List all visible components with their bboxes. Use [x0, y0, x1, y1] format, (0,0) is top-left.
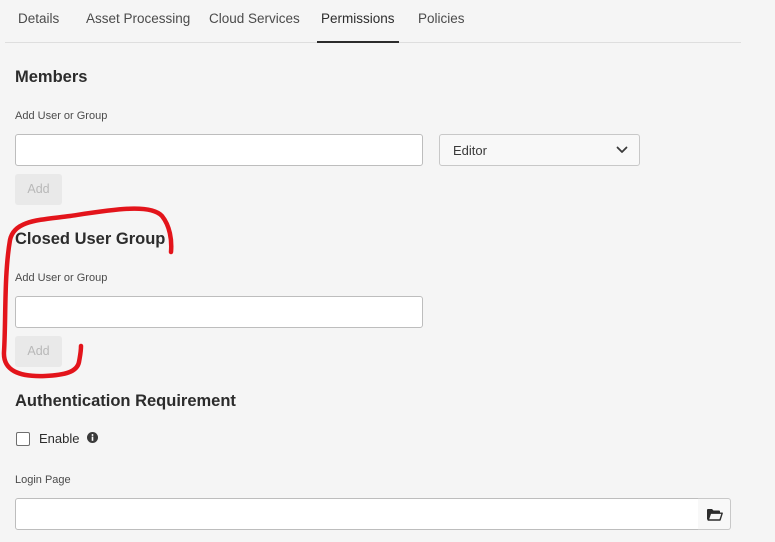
members-user-group-input[interactable]: [15, 134, 423, 166]
members-add-button[interactable]: Add: [15, 174, 62, 205]
tab-bar: Details Asset Processing Cloud Services …: [5, 0, 741, 43]
tab-policies[interactable]: Policies: [418, 0, 465, 42]
member-role-select[interactable]: Editor: [439, 134, 640, 166]
red-annotation-circle: [1, 206, 174, 379]
closed-user-group-input[interactable]: [15, 296, 423, 328]
authentication-requirement-heading: Authentication Requirement: [15, 392, 236, 410]
closed-user-group-add-button[interactable]: Add: [15, 336, 62, 367]
enable-checkbox[interactable]: [16, 432, 30, 446]
login-page-input[interactable]: [15, 498, 699, 530]
login-page-label: Login Page: [15, 474, 71, 486]
tab-details[interactable]: Details: [18, 0, 59, 42]
members-field-label: Add User or Group: [15, 110, 108, 122]
browse-login-page-button[interactable]: [698, 498, 731, 530]
tab-cloud-services[interactable]: Cloud Services: [209, 0, 300, 42]
tab-asset-processing[interactable]: Asset Processing: [86, 0, 190, 42]
closed-user-group-heading: Closed User Group: [15, 230, 166, 248]
tab-permissions[interactable]: Permissions: [317, 0, 399, 43]
members-heading: Members: [15, 68, 88, 86]
closed-user-group-field-label: Add User or Group: [15, 272, 108, 284]
member-role-selected-value: Editor: [453, 143, 487, 158]
info-icon[interactable]: [87, 432, 98, 443]
enable-checkbox-label: Enable: [39, 431, 80, 446]
chevron-down-icon: [616, 146, 628, 153]
folder-open-icon: [707, 509, 723, 521]
